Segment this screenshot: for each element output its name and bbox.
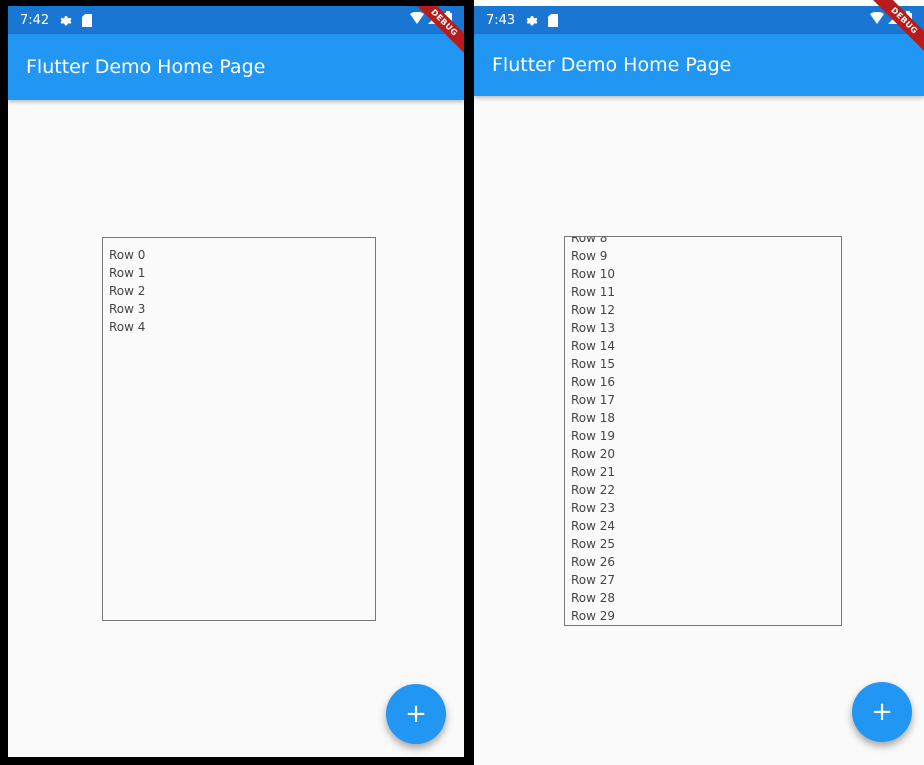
list-item: Row 25 xyxy=(571,537,616,551)
gear-icon xyxy=(525,14,538,27)
list-item: Row 0 xyxy=(109,248,146,262)
list-item: Row 1 xyxy=(109,266,146,280)
list-item: Row 13 xyxy=(571,321,616,335)
list-item: Row 17 xyxy=(571,393,616,407)
list-item: Row 3 xyxy=(109,302,146,316)
list-item: Row 15 xyxy=(571,357,616,371)
list-item: Row 28 xyxy=(571,591,616,605)
list-item: Row 20 xyxy=(571,447,616,461)
add-button[interactable]: + xyxy=(852,682,912,742)
list-item: Row 21 xyxy=(571,465,616,479)
wifi-icon xyxy=(410,11,424,28)
right-phone-screen: 7:43 Flutter Demo Home Page DEBUG Row 8 … xyxy=(472,0,924,765)
list-item: Row 19 xyxy=(571,429,616,443)
list-item: Row 10 xyxy=(571,267,616,281)
status-time: 7:42 xyxy=(20,12,50,28)
status-time: 7:43 xyxy=(486,12,516,28)
list-item: Row 8 xyxy=(571,236,608,245)
list-item: Row 27 xyxy=(571,573,616,587)
add-button[interactable]: + xyxy=(386,684,446,744)
scroll-list-container[interactable]: Row 8 Row 9 Row 10 Row 11 Row 12 Row 13 … xyxy=(564,236,842,626)
list-item: Row 4 xyxy=(109,320,146,334)
list-item: Row 23 xyxy=(571,501,616,515)
plus-icon: + xyxy=(871,697,893,727)
list-item: Row 14 xyxy=(571,339,616,353)
list-item: Row 26 xyxy=(571,555,616,569)
sd-card-icon xyxy=(548,13,559,27)
scroll-list-container[interactable]: Row 0 Row 1 Row 2 Row 3 Row 4 xyxy=(102,237,376,621)
list-item: Row 16 xyxy=(571,375,616,389)
app-bar: Flutter Demo Home Page xyxy=(474,34,924,96)
list-item: Row 18 xyxy=(571,411,616,425)
app-bar: Flutter Demo Home Page xyxy=(8,34,464,100)
list-item: Row 24 xyxy=(571,519,616,533)
plus-icon: + xyxy=(405,699,427,729)
row-list[interactable]: Row 0 Row 1 Row 2 Row 3 Row 4 xyxy=(103,246,375,336)
left-phone-screen: 7:42 Flutter Demo Home Page DEBUG Row 0 … xyxy=(0,0,472,765)
list-item: Row 12 xyxy=(571,303,616,317)
list-item: Row 9 xyxy=(571,249,608,263)
row-list[interactable]: Row 8 Row 9 Row 10 Row 11 Row 12 Row 13 … xyxy=(565,236,841,625)
list-item: Row 29 xyxy=(571,609,616,623)
page-title: Flutter Demo Home Page xyxy=(492,54,732,76)
page-title: Flutter Demo Home Page xyxy=(26,56,266,78)
status-bar: 7:43 xyxy=(474,6,924,34)
list-item: Row 22 xyxy=(571,483,616,497)
sd-card-icon xyxy=(82,13,93,27)
gear-icon xyxy=(59,14,72,27)
list-item: Row 2 xyxy=(109,284,146,298)
top-edge xyxy=(474,0,924,6)
status-bar: 7:42 xyxy=(8,6,464,34)
wifi-icon xyxy=(870,11,884,28)
list-item: Row 11 xyxy=(571,285,616,299)
